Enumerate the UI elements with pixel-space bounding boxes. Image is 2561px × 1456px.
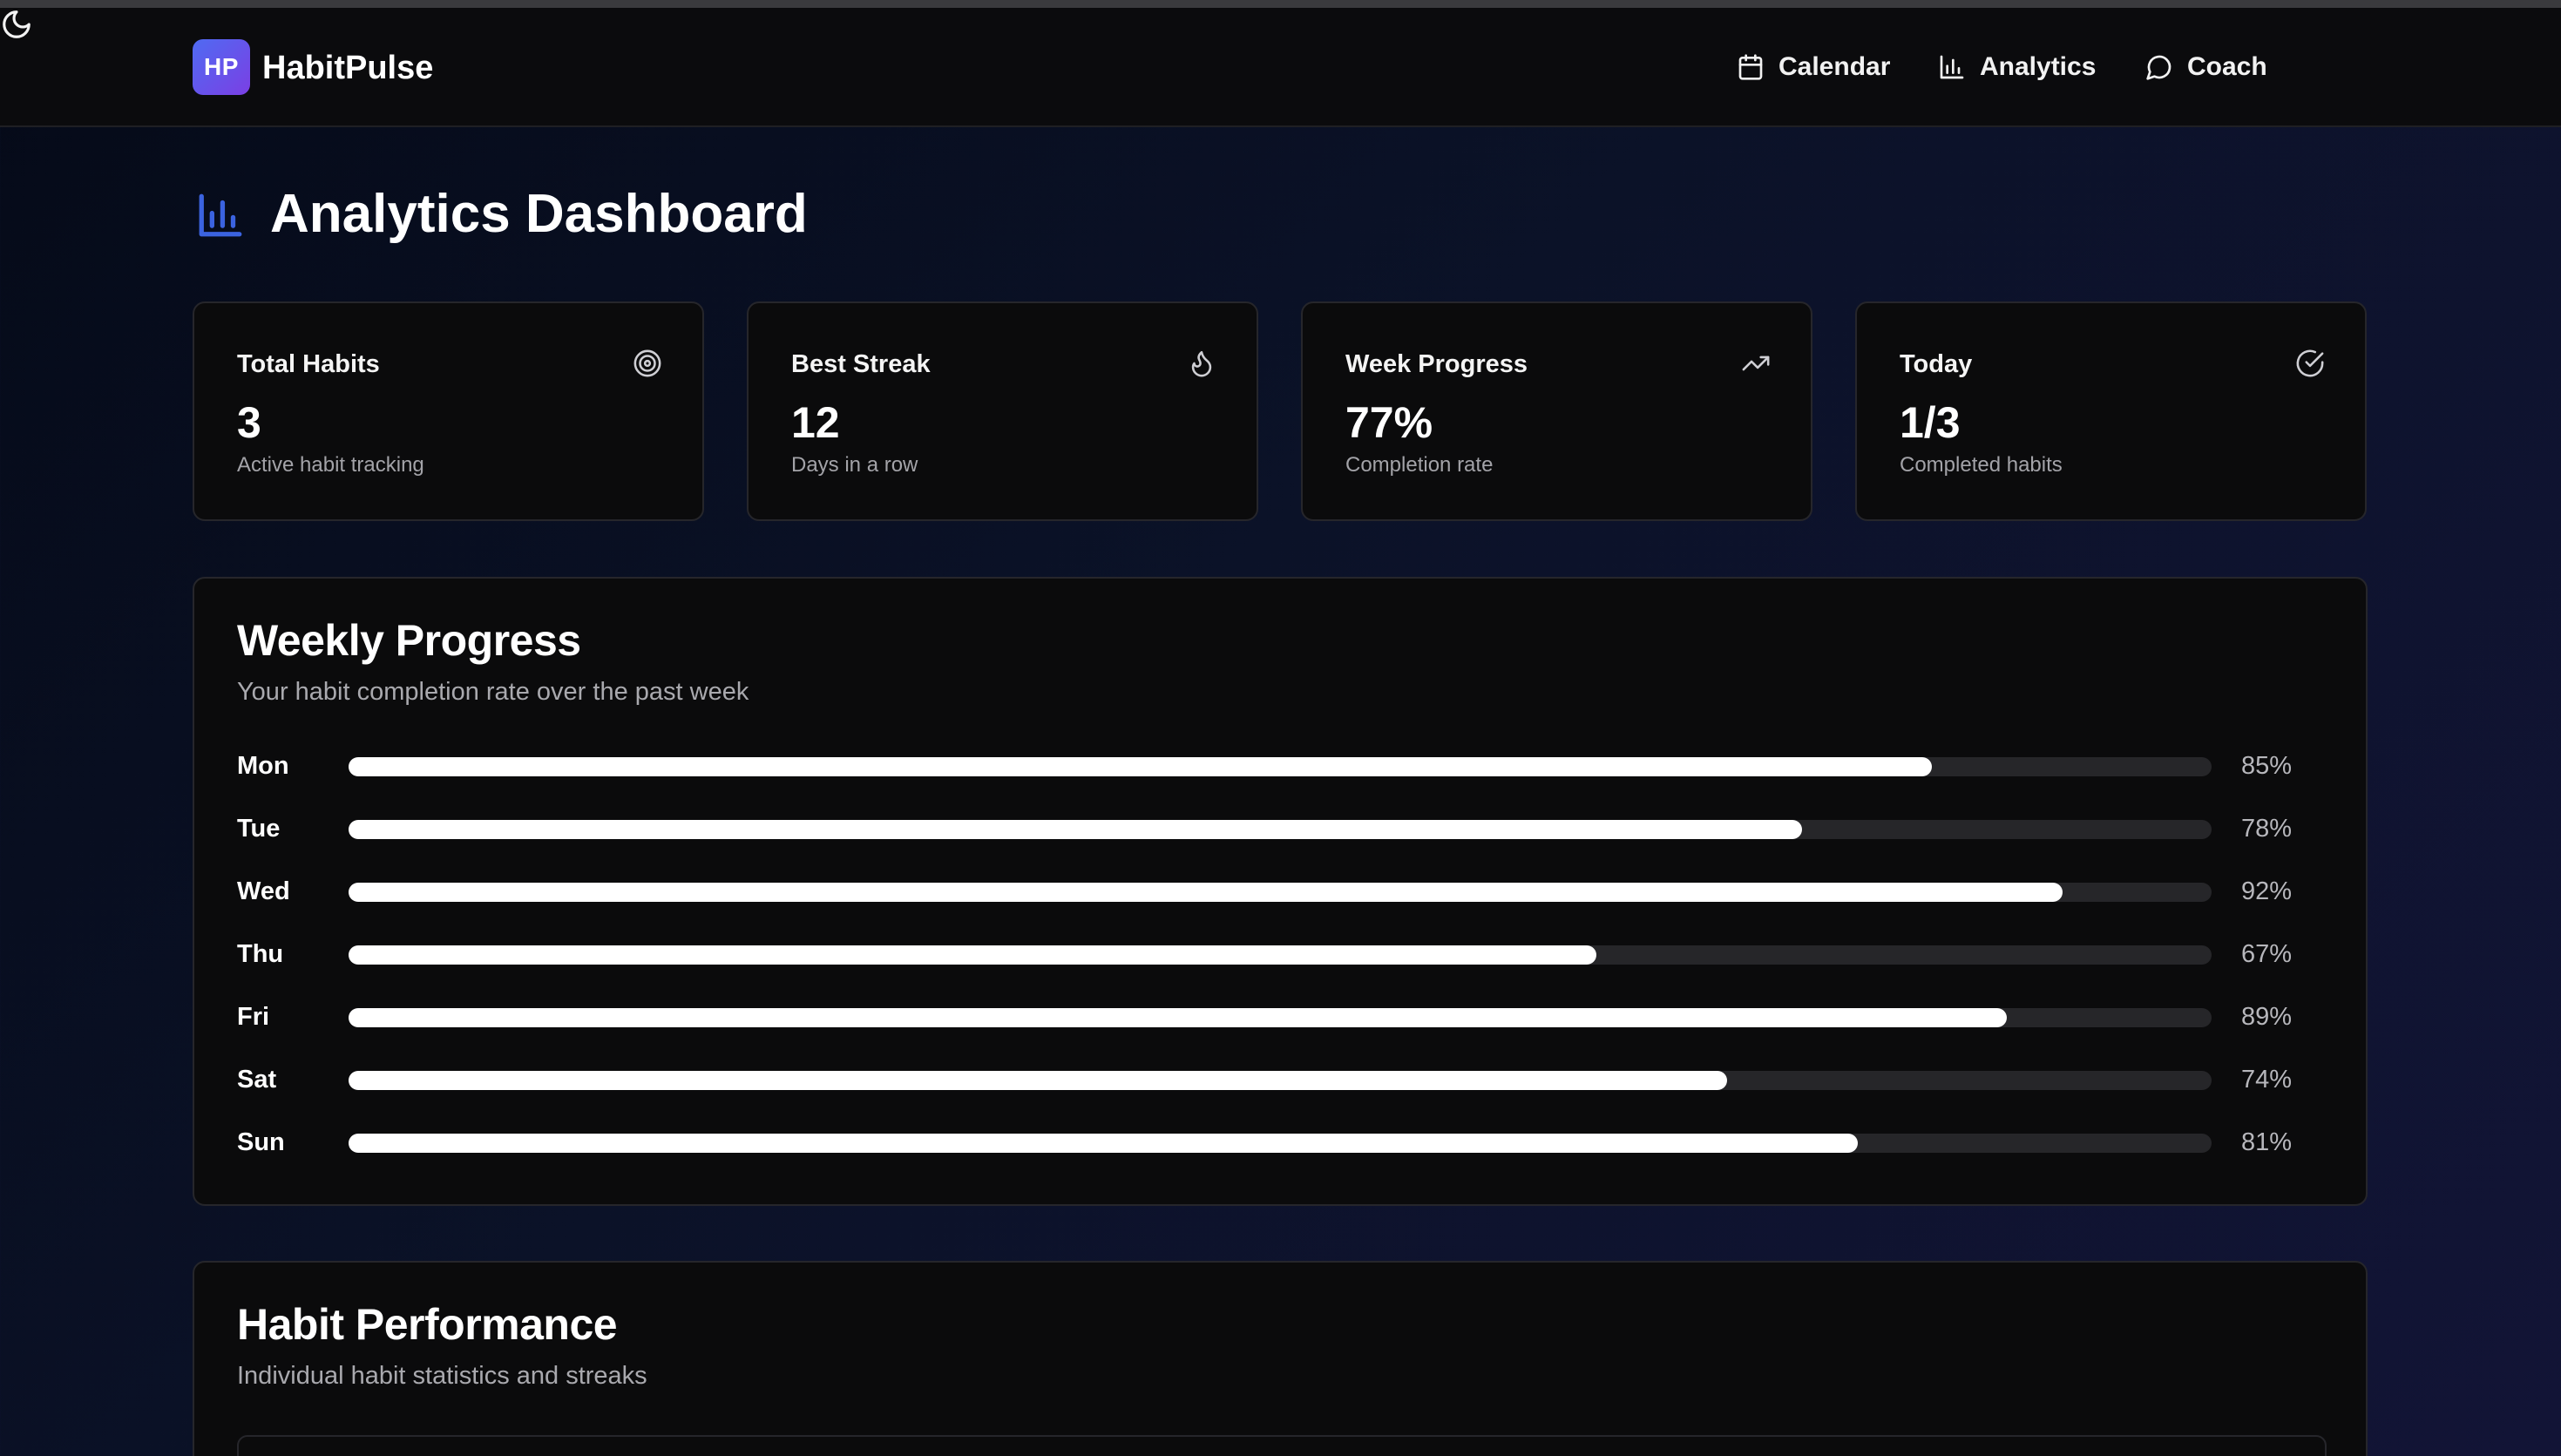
stat-subtext: Completed habits: [1900, 453, 2063, 477]
brand-name[interactable]: HabitPulse: [262, 50, 433, 87]
habit-performance-subtitle: Individual habit statistics and streaks: [237, 1362, 647, 1390]
check-circle-icon: [2296, 349, 2324, 377]
progress-percent: 74%: [2241, 1066, 2293, 1094]
nav-coach-link[interactable]: Coach: [2145, 44, 2267, 90]
progress-fill: [349, 883, 2063, 902]
progress-track: [349, 1071, 2212, 1090]
progress-track: [349, 820, 2212, 839]
stat-card-best-streak: Best Streak 12 Days in a row: [747, 301, 1258, 521]
stat-label: Week Progress: [1345, 350, 1528, 378]
page-title: Analytics Dashboard: [270, 184, 808, 244]
day-label: Sun: [237, 1128, 285, 1156]
stat-subtext: Completion rate: [1345, 453, 1494, 477]
progress-row-mon: Mon 85%: [237, 748, 2328, 783]
progress-percent: 85%: [2241, 752, 2293, 780]
progress-track: [349, 883, 2212, 902]
day-label: Tue: [237, 815, 281, 843]
stat-card-week-progress: Week Progress 77% Completion rate: [1301, 301, 1812, 521]
progress-percent: 81%: [2241, 1128, 2293, 1156]
progress-track: [349, 757, 2212, 776]
top-navbar: HP HabitPulse Calendar Analytics Coach: [0, 8, 2561, 127]
progress-row-fri: Fri 89%: [237, 999, 2328, 1034]
progress-row-sun: Sun 81%: [237, 1125, 2328, 1160]
progress-row-wed: Wed 92%: [237, 874, 2328, 909]
bar-chart-icon: [199, 193, 242, 237]
stat-value: 77%: [1345, 398, 1433, 447]
progress-fill: [349, 820, 1802, 839]
stat-value: 3: [237, 398, 261, 447]
progress-track: [349, 945, 2212, 965]
progress-row-tue: Tue 78%: [237, 811, 2328, 846]
weekly-progress-card: Weekly Progress Your habit completion ra…: [193, 577, 2368, 1206]
day-label: Thu: [237, 940, 284, 968]
progress-percent: 92%: [2241, 877, 2293, 905]
stat-card-today: Today 1/3 Completed habits: [1855, 301, 2367, 521]
habit-performance-title: Habit Performance: [237, 1300, 618, 1349]
nav-analytics-label: Analytics: [1980, 52, 2097, 81]
weekly-progress-title: Weekly Progress: [237, 616, 581, 665]
day-label: Sat: [237, 1066, 277, 1094]
habit-performance-list: [237, 1435, 2327, 1456]
progress-fill: [349, 1008, 2007, 1027]
progress-fill: [349, 1134, 1858, 1153]
progress-percent: 67%: [2241, 940, 2293, 968]
nav-calendar-link[interactable]: Calendar: [1737, 44, 1890, 90]
progress-fill: [349, 757, 1933, 776]
window-top-border: [0, 0, 2561, 8]
stat-value: 12: [791, 398, 840, 447]
progress-fill: [349, 945, 1597, 965]
moon-icon[interactable]: [0, 8, 33, 41]
habit-performance-card: Habit Performance Individual habit stati…: [193, 1261, 2368, 1456]
progress-row-thu: Thu 67%: [237, 937, 2328, 972]
progress-track: [349, 1134, 2212, 1153]
day-label: Wed: [237, 877, 290, 905]
stat-subtext: Days in a row: [791, 453, 918, 477]
progress-fill: [349, 1071, 1728, 1090]
progress-percent: 78%: [2241, 815, 2293, 843]
message-circle-icon: [2146, 55, 2171, 80]
nav-coach-label: Coach: [2187, 52, 2267, 81]
trending-up-icon: [1742, 356, 1770, 371]
progress-percent: 89%: [2241, 1003, 2293, 1031]
weekly-progress-subtitle: Your habit completion rate over the past…: [237, 678, 749, 706]
calendar-icon: [1738, 54, 1763, 80]
flame-icon: [1191, 350, 1212, 377]
stat-subtext: Active habit tracking: [237, 453, 424, 477]
stat-card-total-habits: Total Habits 3 Active habit tracking: [193, 301, 704, 521]
stat-label: Best Streak: [791, 350, 931, 378]
stat-label: Total Habits: [237, 350, 380, 378]
logo-badge[interactable]: HP: [193, 39, 250, 95]
day-label: Fri: [237, 1003, 270, 1031]
stat-value: 1/3: [1900, 398, 1961, 447]
stat-label: Today: [1900, 350, 1973, 378]
progress-track: [349, 1008, 2212, 1027]
day-label: Mon: [237, 752, 289, 780]
target-icon: [633, 349, 661, 377]
nav-analytics-link[interactable]: Analytics: [1938, 44, 2096, 90]
bar-chart-icon: [1940, 55, 1964, 79]
nav-calendar-label: Calendar: [1778, 52, 1891, 81]
progress-row-sat: Sat 74%: [237, 1062, 2328, 1097]
